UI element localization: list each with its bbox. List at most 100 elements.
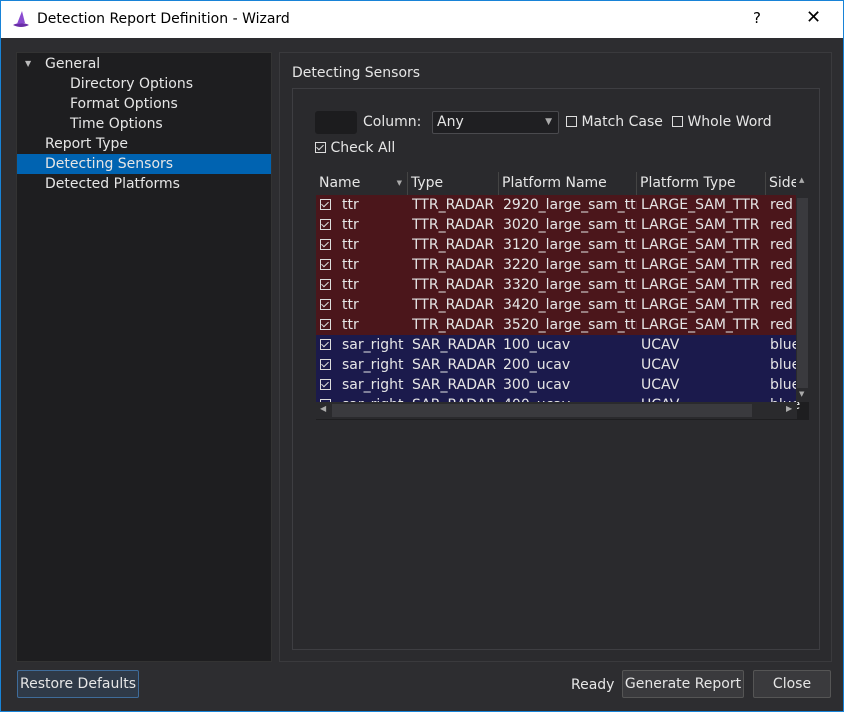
table-cell: 3320_large_sam_ttr	[503, 277, 637, 293]
table-cell: ttr	[342, 277, 359, 293]
close-button[interactable]: Close	[753, 670, 831, 698]
expand-arrow-icon[interactable]: ▼	[25, 54, 31, 74]
table-row[interactable]: sar_right SAR_RADAR 100_ucav UCAV blue	[316, 335, 800, 355]
row-checkbox[interactable]	[320, 219, 331, 230]
checkbox-icon	[672, 116, 683, 127]
check-all-checkbox[interactable]: Check All	[315, 140, 395, 156]
scroll-right-icon[interactable]: ▶	[786, 404, 792, 413]
column-select-value: Any	[437, 114, 464, 130]
column-header-label: Side	[769, 175, 800, 191]
match-case-label: Match Case	[581, 114, 663, 130]
table-cell: TTR_RADAR	[412, 317, 495, 333]
table-cell: 200_ucav	[503, 357, 571, 373]
table-cell: ttr	[342, 217, 359, 233]
table-row[interactable]: ttr TTR_RADAR 3420_large_sam_ttr LARGE_SAM_…	[316, 295, 796, 315]
sidebar-item-label: Format Options	[70, 96, 178, 112]
sidebar-item-general[interactable]: ▼ General	[17, 54, 271, 74]
table-cell: ttr	[342, 237, 359, 253]
scroll-up-icon[interactable]: ▲	[799, 176, 804, 184]
table-row[interactable]: ttr TTR_RADAR 3220_large_sam_ttr LARGE_SAM_…	[316, 255, 796, 275]
table-cell: 100_ucav	[503, 337, 571, 353]
table-cell: LARGE_SAM_TTR	[641, 317, 760, 333]
row-checkbox[interactable]	[320, 379, 331, 390]
sidebar-item-label: Detected Platforms	[45, 176, 180, 192]
search-input[interactable]	[315, 111, 357, 134]
table-cell: UCAV	[641, 377, 680, 393]
table-cell: TTR_RADAR	[412, 277, 495, 293]
table-cell: UCAV	[641, 337, 680, 353]
table-row[interactable]: ttr TTR_RADAR 3520_large_sam_ttr LARGE_SAM_…	[316, 315, 796, 335]
help-button[interactable]: ?	[753, 9, 761, 27]
column-header-type[interactable]: Type	[408, 172, 499, 195]
generate-report-button[interactable]: Generate Report	[622, 670, 744, 698]
column-header-name[interactable]: Name ▼	[316, 172, 408, 195]
wizard-window: Detection Report Definition - Wizard ? ✕…	[0, 0, 844, 712]
checkbox-icon	[566, 116, 577, 127]
column-header-platform-name[interactable]: Platform Name	[499, 172, 637, 195]
column-label: Column:	[363, 114, 422, 130]
row-checkbox[interactable]	[320, 199, 331, 210]
table-row[interactable]: ttr TTR_RADAR 3120_large_sam_ttr LARGE_SAM_…	[316, 235, 796, 255]
title-bar: Detection Report Definition - Wizard ? ✕	[1, 1, 843, 38]
row-checkbox[interactable]	[320, 319, 331, 330]
table-cell: 3020_large_sam_ttr	[503, 217, 637, 233]
table-cell: LARGE_SAM_TTR	[641, 257, 760, 273]
whole-word-label: Whole Word	[687, 114, 772, 130]
table-cell: 3120_large_sam_ttr	[503, 237, 637, 253]
sidebar-item-format-options[interactable]: Format Options	[17, 94, 271, 114]
column-select[interactable]: Any ▼	[432, 111, 559, 134]
column-header-label: Platform Name	[502, 175, 607, 191]
table-cell: 3520_large_sam_ttr	[503, 317, 637, 333]
table-row[interactable]: ttr TTR_RADAR 3020_large_sam_ttr LARGE_SAM_…	[316, 215, 796, 235]
table-cell: LARGE_SAM_TTR	[641, 217, 760, 233]
status-text: Ready	[571, 677, 615, 693]
column-header-label: Type	[411, 175, 444, 191]
sidebar-item-label: Detecting Sensors	[45, 156, 174, 172]
wizard-hat-icon	[13, 11, 29, 27]
table-cell: SAR_RADAR	[412, 337, 497, 353]
horizontal-scrollbar[interactable]: ◀ ▶	[316, 402, 797, 419]
sidebar-item-directory-options[interactable]: Directory Options	[17, 74, 271, 94]
row-checkbox[interactable]	[320, 359, 331, 370]
row-checkbox[interactable]	[320, 279, 331, 290]
row-checkbox[interactable]	[320, 299, 331, 310]
table-cell: SAR_RADAR	[412, 357, 497, 373]
scroll-down-icon[interactable]: ▼	[799, 390, 804, 398]
restore-defaults-button[interactable]: Restore Defaults	[17, 670, 139, 698]
table-cell: sar_right	[342, 377, 404, 393]
table-cell: TTR_RADAR	[412, 197, 495, 213]
column-header-label: Name	[319, 175, 361, 191]
table-cell: ttr	[342, 257, 359, 273]
table-row[interactable]: ttr TTR_RADAR 2920_large_sam_ttr LARGE_SAM_…	[316, 195, 796, 215]
sidebar-item-time-options[interactable]: Time Options	[17, 114, 271, 134]
table-row[interactable]: ttr TTR_RADAR 3320_large_sam_ttr LARGE_SAM_…	[316, 275, 796, 295]
match-case-checkbox[interactable]: Match Case	[566, 114, 663, 130]
table-cell: SAR_RADAR	[412, 377, 497, 393]
scroll-thumb[interactable]	[797, 198, 808, 388]
table-cell: 3220_large_sam_ttr	[503, 257, 637, 273]
table-cell: TTR_RADAR	[412, 297, 495, 313]
whole-word-checkbox[interactable]: Whole Word	[672, 114, 772, 130]
table-cell: ttr	[342, 197, 359, 213]
sidebar-item-label: Time Options	[70, 116, 163, 132]
row-checkbox[interactable]	[320, 339, 331, 350]
table-row[interactable]: sar_right SAR_RADAR 200_ucav UCAV blue	[316, 355, 800, 375]
row-checkbox[interactable]	[320, 239, 331, 250]
table-cell: TTR_RADAR	[412, 217, 495, 233]
row-checkbox[interactable]	[320, 259, 331, 270]
column-header-label: Platform Type	[640, 175, 736, 191]
scroll-left-icon[interactable]: ◀	[320, 404, 326, 413]
sidebar-item-detected-platforms[interactable]: Detected Platforms	[17, 174, 271, 194]
chevron-down-icon: ▼	[545, 117, 552, 127]
scroll-thumb[interactable]	[332, 404, 752, 417]
sidebar-item-label: Report Type	[45, 136, 129, 152]
checkbox-checked-icon	[315, 142, 326, 153]
table-row[interactable]: sar_right SAR_RADAR 300_ucav UCAV blue	[316, 375, 800, 395]
vertical-scrollbar[interactable]: ▲ ▼	[796, 172, 809, 402]
sidebar-item-detecting-sensors[interactable]: Detecting Sensors	[17, 154, 271, 174]
close-window-button[interactable]: ✕	[806, 7, 821, 28]
sidebar-item-report-type[interactable]: Report Type	[17, 134, 271, 154]
table-cell: UCAV	[641, 357, 680, 373]
sidebar-item-label: General	[45, 56, 101, 72]
column-header-platform-type[interactable]: Platform Type	[637, 172, 766, 195]
